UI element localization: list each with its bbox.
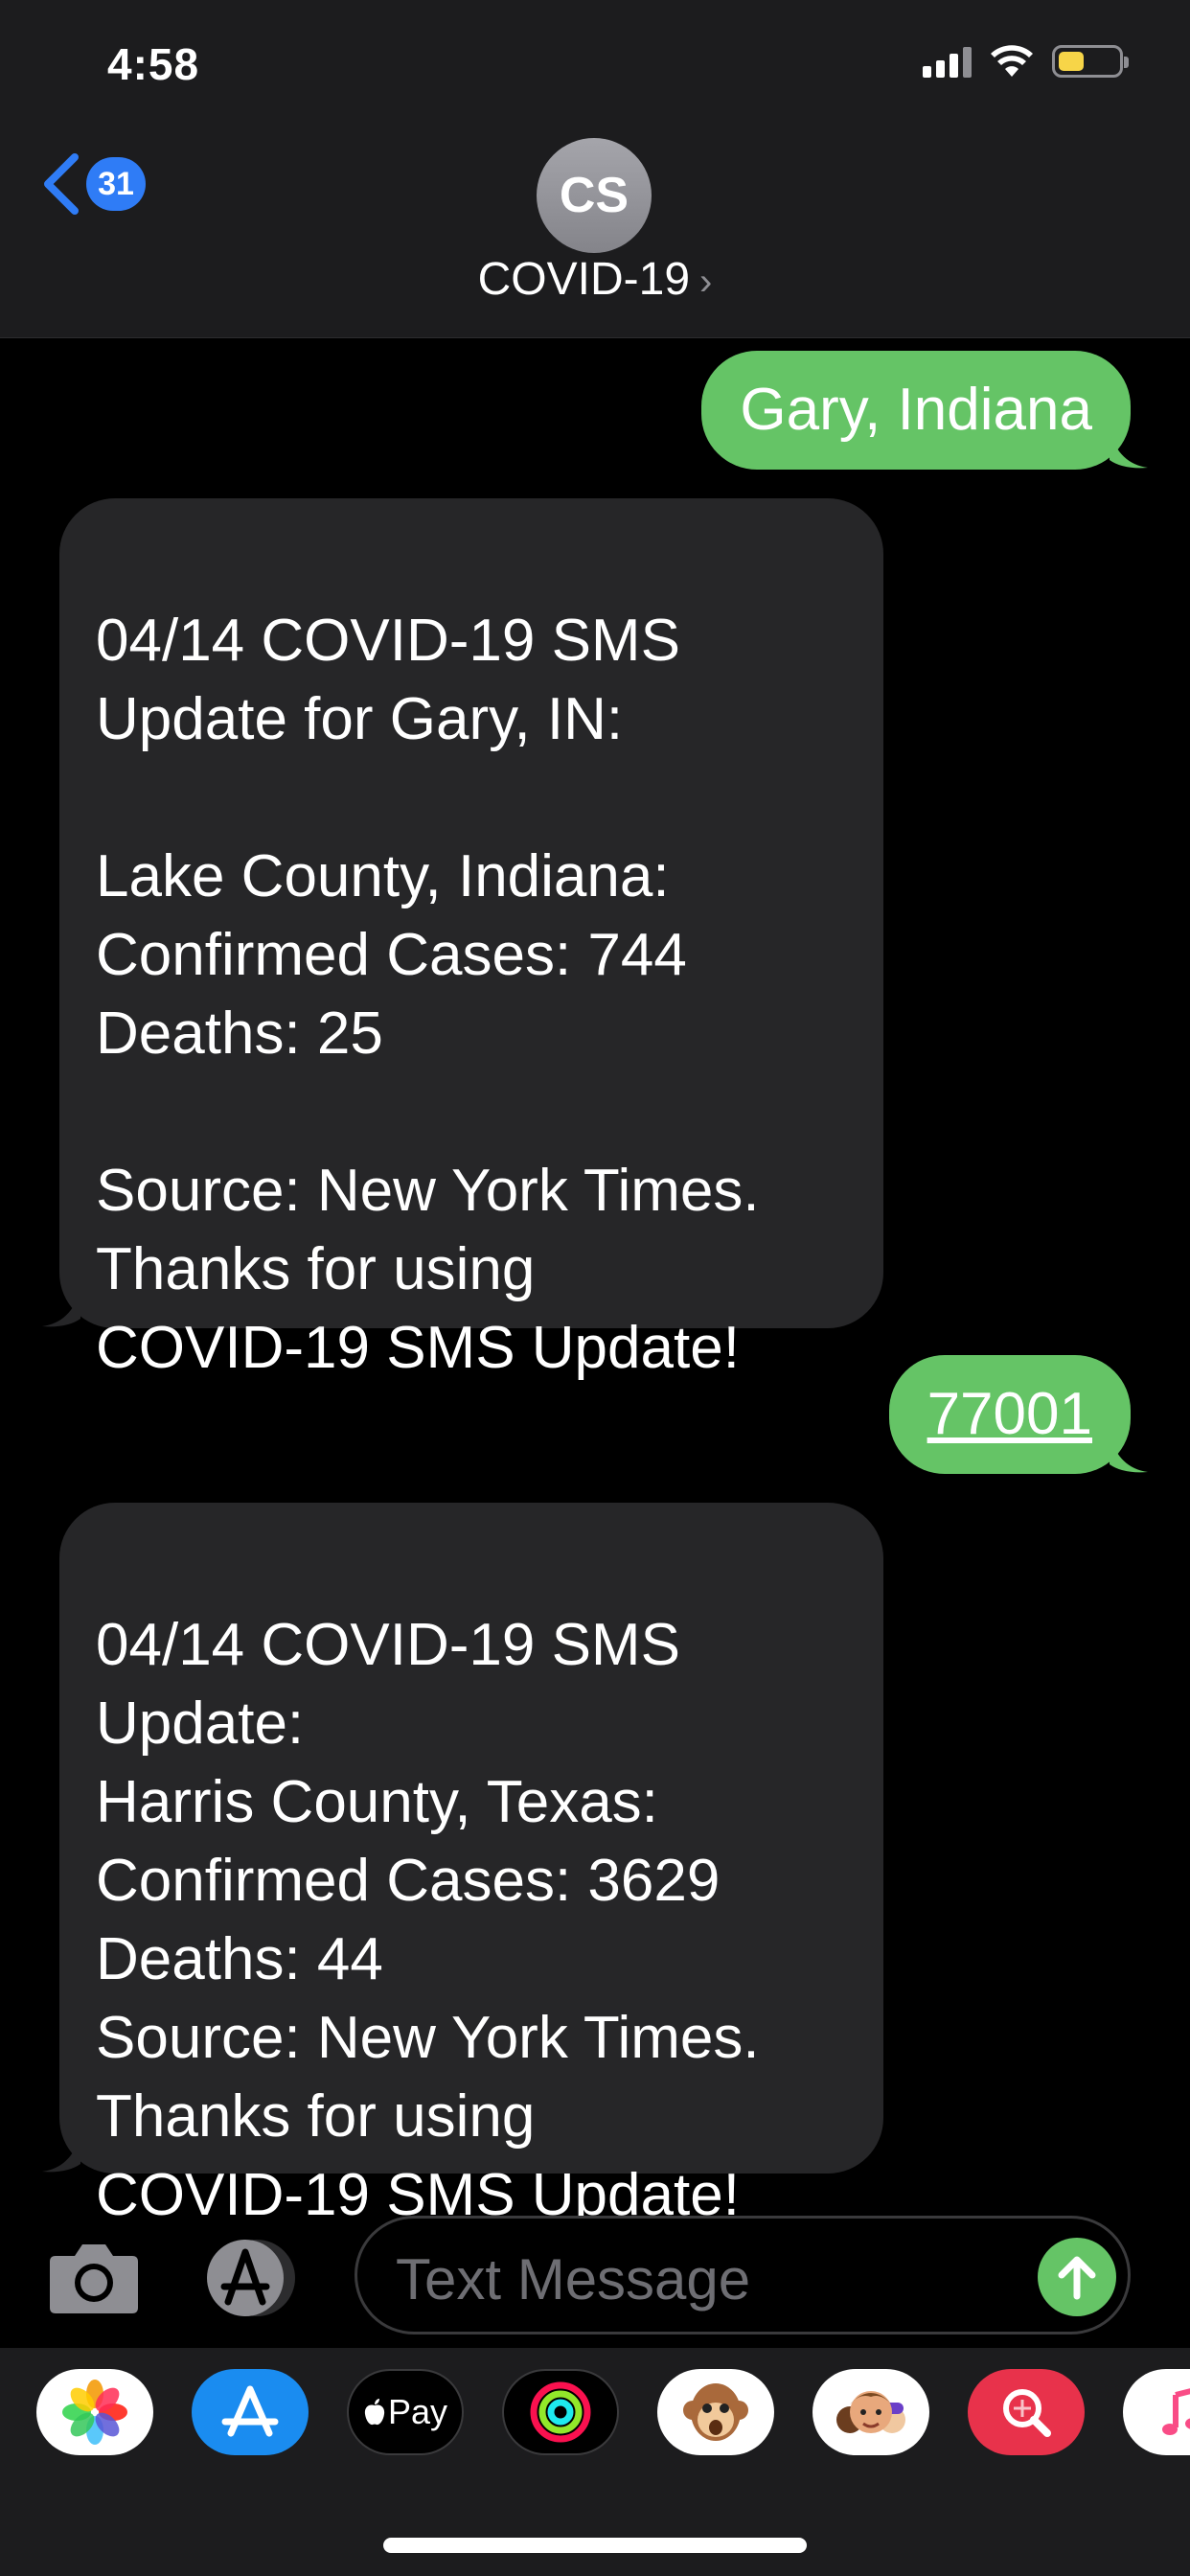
message-text: Gary, Indiana bbox=[740, 377, 1092, 443]
message-link-text[interactable]: 77001 bbox=[927, 1381, 1092, 1447]
outgoing-message-bubble[interactable]: Gary, Indiana bbox=[701, 351, 1148, 470]
bubble-tail bbox=[1110, 431, 1148, 469]
camera-icon[interactable] bbox=[48, 2239, 140, 2315]
contact-name-label: COVID-19 bbox=[477, 254, 691, 305]
apple-pay-icon[interactable]: Pay bbox=[347, 2369, 464, 2455]
contact-name[interactable]: COVID-19 › bbox=[0, 253, 1190, 306]
bubble-tail bbox=[1110, 1436, 1148, 1473]
contact-avatar[interactable]: CS bbox=[537, 138, 652, 253]
incoming-message-bubble[interactable]: 04/14 COVID-19 SMS Update: Harris County… bbox=[42, 1503, 883, 2228]
conversation-header: 4:58 31 CS COVID-19 › bbox=[0, 0, 1190, 338]
music-icon[interactable] bbox=[1123, 2369, 1190, 2455]
app-store-apps-icon[interactable] bbox=[199, 2237, 301, 2319]
apple-pay-label: Pay bbox=[387, 2392, 448, 2431]
message-text: 04/14 COVID-19 SMS Update: Harris County… bbox=[96, 1612, 760, 2228]
photos-icon[interactable] bbox=[36, 2369, 153, 2455]
bubble-tail bbox=[42, 2135, 80, 2173]
outgoing-message-bubble[interactable]: 77001 bbox=[888, 1355, 1148, 1474]
status-time: 4:58 bbox=[107, 39, 200, 89]
image-search-icon[interactable] bbox=[968, 2369, 1085, 2455]
chevron-right-icon: › bbox=[699, 261, 713, 303]
activity-icon[interactable] bbox=[502, 2369, 619, 2455]
message-input-field[interactable] bbox=[355, 2216, 1131, 2334]
back-button[interactable]: 31 bbox=[33, 150, 146, 218]
send-button[interactable] bbox=[1038, 2238, 1116, 2316]
message-input[interactable] bbox=[394, 2240, 992, 2318]
unread-count-badge: 31 bbox=[86, 157, 146, 211]
bubble-tail bbox=[42, 1290, 80, 1327]
battery-low-icon bbox=[1052, 45, 1129, 78]
message-text: 04/14 COVID-19 SMS Update for Gary, IN: … bbox=[96, 608, 760, 1381]
apple-logo-icon bbox=[364, 2399, 385, 2426]
incoming-message-bubble[interactable]: 04/14 COVID-19 SMS Update for Gary, IN: … bbox=[42, 498, 883, 1381]
home-indicator[interactable] bbox=[383, 2538, 807, 2553]
arrow-up-icon bbox=[1058, 2256, 1096, 2300]
cellular-signal-icon bbox=[923, 45, 972, 78]
app-store-icon[interactable] bbox=[192, 2369, 309, 2455]
animoji-icon[interactable] bbox=[657, 2369, 774, 2455]
memoji-icon[interactable] bbox=[812, 2369, 929, 2455]
wifi-icon bbox=[991, 45, 1033, 77]
status-icons bbox=[923, 42, 1129, 80]
